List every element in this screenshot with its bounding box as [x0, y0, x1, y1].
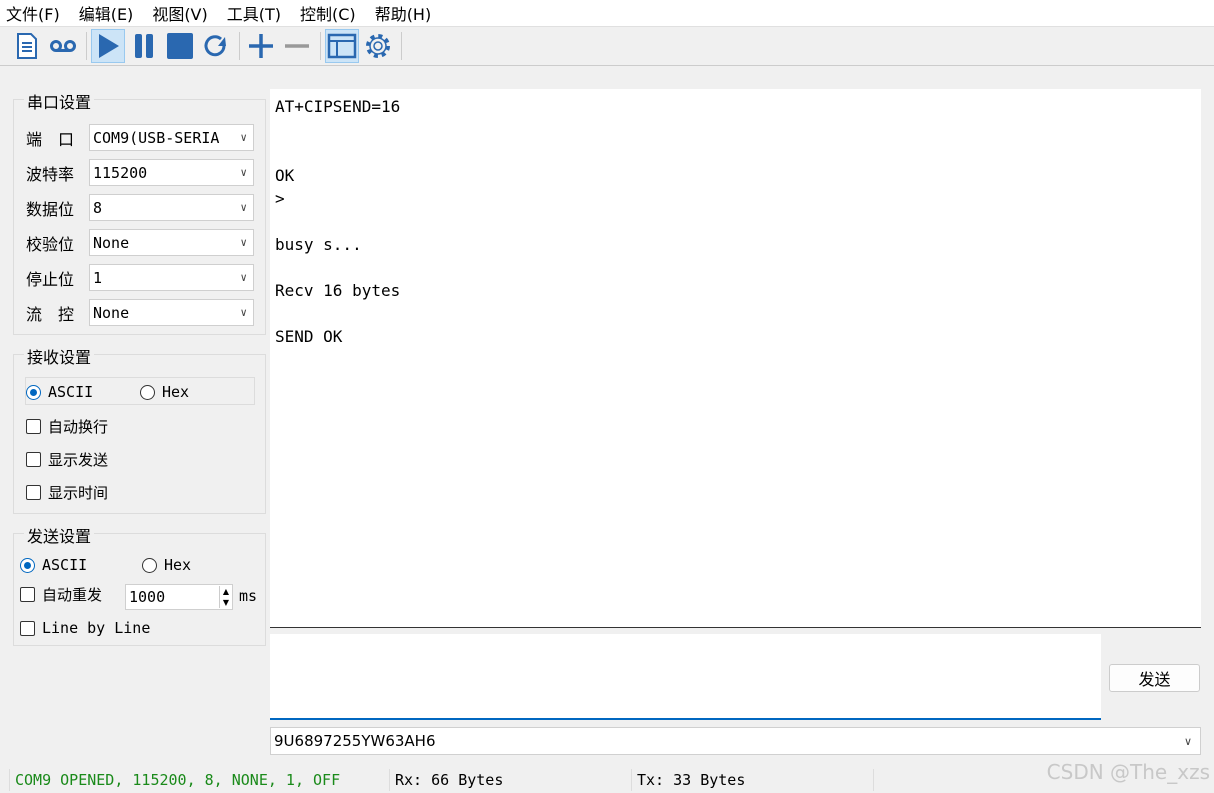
- menu-file[interactable]: 文件(F): [6, 1, 60, 25]
- auto-wrap-checkbox[interactable]: 自动换行: [26, 416, 108, 437]
- send-settings-group: 发送设置 ASCII Hex 自动重发 1000 ▲ ▼ ms Line by Li…: [13, 523, 266, 646]
- line-by-line-label: Line by Line: [42, 619, 151, 637]
- checkbox-icon: [20, 587, 35, 602]
- refresh-icon[interactable]: [199, 29, 233, 63]
- menu-tools[interactable]: 工具(T): [227, 1, 281, 25]
- port-label: 端 口: [26, 129, 75, 149]
- parity-select[interactable]: None ∨: [89, 229, 254, 256]
- tx-count: Tx: 33 Bytes: [632, 769, 874, 791]
- menu-control[interactable]: 控制(C): [300, 1, 356, 25]
- watermark: CSDN @The_xzs: [1046, 760, 1210, 784]
- menu-view[interactable]: 视图(V): [152, 1, 207, 25]
- chevron-down-icon: ∨: [1183, 734, 1192, 748]
- radio-icon: [142, 557, 157, 573]
- parity-value: None: [93, 233, 130, 252]
- auto-wrap-label: 自动换行: [48, 418, 109, 436]
- databits-label: 数据位: [26, 199, 75, 219]
- send-ascii-radio[interactable]: ASCII: [20, 556, 87, 574]
- receive-settings-title: 接收设置: [24, 344, 95, 368]
- menu-bar: 文件(F) 编辑(E) 视图(V) 工具(T) 控制(C) 帮助(H): [0, 0, 1214, 26]
- send-hex-radio[interactable]: Hex: [142, 556, 191, 574]
- new-document-icon[interactable]: [10, 29, 44, 63]
- chevron-down-icon: ∨: [240, 271, 247, 284]
- spin-arrows-icon[interactable]: ▲ ▼: [218, 586, 232, 608]
- port-row: 端 口 COM9(USB-SERIA ∨: [26, 124, 254, 151]
- databits-select[interactable]: 8 ∨: [89, 194, 254, 221]
- interval-unit: ms: [239, 587, 258, 605]
- port-value: COM9(USB-SERIA: [93, 128, 220, 147]
- send-ascii-label: ASCII: [42, 556, 88, 574]
- toolbar: [0, 26, 1214, 66]
- show-send-checkbox[interactable]: 显示发送: [26, 449, 108, 470]
- flow-select[interactable]: None ∨: [89, 299, 254, 326]
- rx-count: Rx: 66 Bytes: [390, 769, 632, 791]
- parity-label: 校验位: [26, 234, 75, 254]
- voicemail-record-icon[interactable]: [46, 29, 80, 63]
- checkbox-icon: [20, 620, 35, 636]
- add-icon[interactable]: [244, 29, 278, 63]
- history-value: 9U6897255YW63AH6: [274, 732, 436, 750]
- show-send-label: 显示发送: [48, 451, 109, 469]
- show-time-label: 显示时间: [48, 484, 109, 502]
- menu-help[interactable]: 帮助(H): [375, 1, 432, 25]
- receive-settings-group: 接收设置 ASCII Hex 自动换行 显示发送 显示时间: [13, 344, 266, 514]
- checkbox-icon: [26, 452, 41, 467]
- stop-icon[interactable]: [163, 29, 197, 63]
- receive-hex-radio[interactable]: Hex: [140, 383, 189, 401]
- checkbox-icon: [26, 419, 41, 434]
- receive-text-area[interactable]: AT+CIPSEND=16 OK > busy s... Recv 16 byt…: [270, 89, 1201, 628]
- baud-value: 115200: [93, 163, 148, 182]
- baud-row: 波特率 115200 ∨: [26, 159, 254, 186]
- flow-label: 流 控: [26, 304, 75, 324]
- serial-settings-title: 串口设置: [24, 89, 95, 113]
- stopbits-label: 停止位: [26, 269, 75, 289]
- line-by-line-checkbox[interactable]: Line by Line: [20, 619, 150, 637]
- show-time-checkbox[interactable]: 显示时间: [26, 482, 108, 503]
- radio-checked-icon: [26, 384, 41, 400]
- port-status: COM9 OPENED, 115200, 8, NONE, 1, OFF: [10, 769, 390, 791]
- window-icon[interactable]: [325, 29, 359, 63]
- databits-row: 数据位 8 ∨: [26, 194, 254, 221]
- radio-checked-icon: [20, 557, 35, 573]
- pause-icon[interactable]: [127, 29, 161, 63]
- port-select[interactable]: COM9(USB-SERIA ∨: [89, 124, 254, 151]
- flow-value: None: [93, 303, 130, 322]
- send-history-combo[interactable]: 9U6897255YW63AH6 ∨: [270, 727, 1201, 755]
- settings-gear-icon[interactable]: [361, 29, 395, 63]
- stopbits-select[interactable]: 1 ∨: [89, 264, 254, 291]
- send-hex-label: Hex: [164, 556, 192, 574]
- chevron-down-icon: ∨: [240, 201, 247, 214]
- flow-row: 流 控 None ∨: [26, 299, 254, 326]
- parity-row: 校验位 None ∨: [26, 229, 254, 256]
- radio-icon: [140, 384, 155, 400]
- interval-value: 1000: [129, 588, 166, 606]
- chevron-down-icon: ∨: [240, 131, 247, 144]
- interval-spinbox[interactable]: 1000 ▲ ▼: [125, 584, 233, 610]
- receive-hex-label: Hex: [162, 383, 190, 401]
- auto-resend-checkbox[interactable]: 自动重发: [20, 584, 102, 605]
- baud-select[interactable]: 115200 ∨: [89, 159, 254, 186]
- serial-settings-group: 串口设置 端 口 COM9(USB-SERIA ∨ 波特率 115200 ∨ 数据位 8 ∨…: [13, 89, 266, 335]
- receive-ascii-label: ASCII: [48, 383, 94, 401]
- stopbits-row: 停止位 1 ∨: [26, 264, 254, 291]
- play-icon[interactable]: [91, 29, 125, 63]
- chevron-down-icon: ∨: [240, 166, 247, 179]
- receive-ascii-radio[interactable]: ASCII: [26, 383, 93, 401]
- chevron-down-icon: ∨: [240, 306, 247, 319]
- send-button[interactable]: 发送: [1109, 664, 1200, 692]
- menu-edit[interactable]: 编辑(E): [79, 1, 134, 25]
- auto-resend-label: 自动重发: [42, 586, 103, 604]
- send-text-input[interactable]: [270, 634, 1101, 720]
- remove-icon[interactable]: [280, 29, 314, 63]
- send-settings-title: 发送设置: [24, 523, 95, 547]
- stopbits-value: 1: [93, 268, 103, 287]
- checkbox-icon: [26, 485, 41, 500]
- databits-value: 8: [93, 198, 103, 217]
- status-bar: COM9 OPENED, 115200, 8, NONE, 1, OFF Rx:…: [0, 767, 1214, 793]
- chevron-down-icon: ∨: [240, 236, 247, 249]
- baud-label: 波特率: [26, 164, 75, 184]
